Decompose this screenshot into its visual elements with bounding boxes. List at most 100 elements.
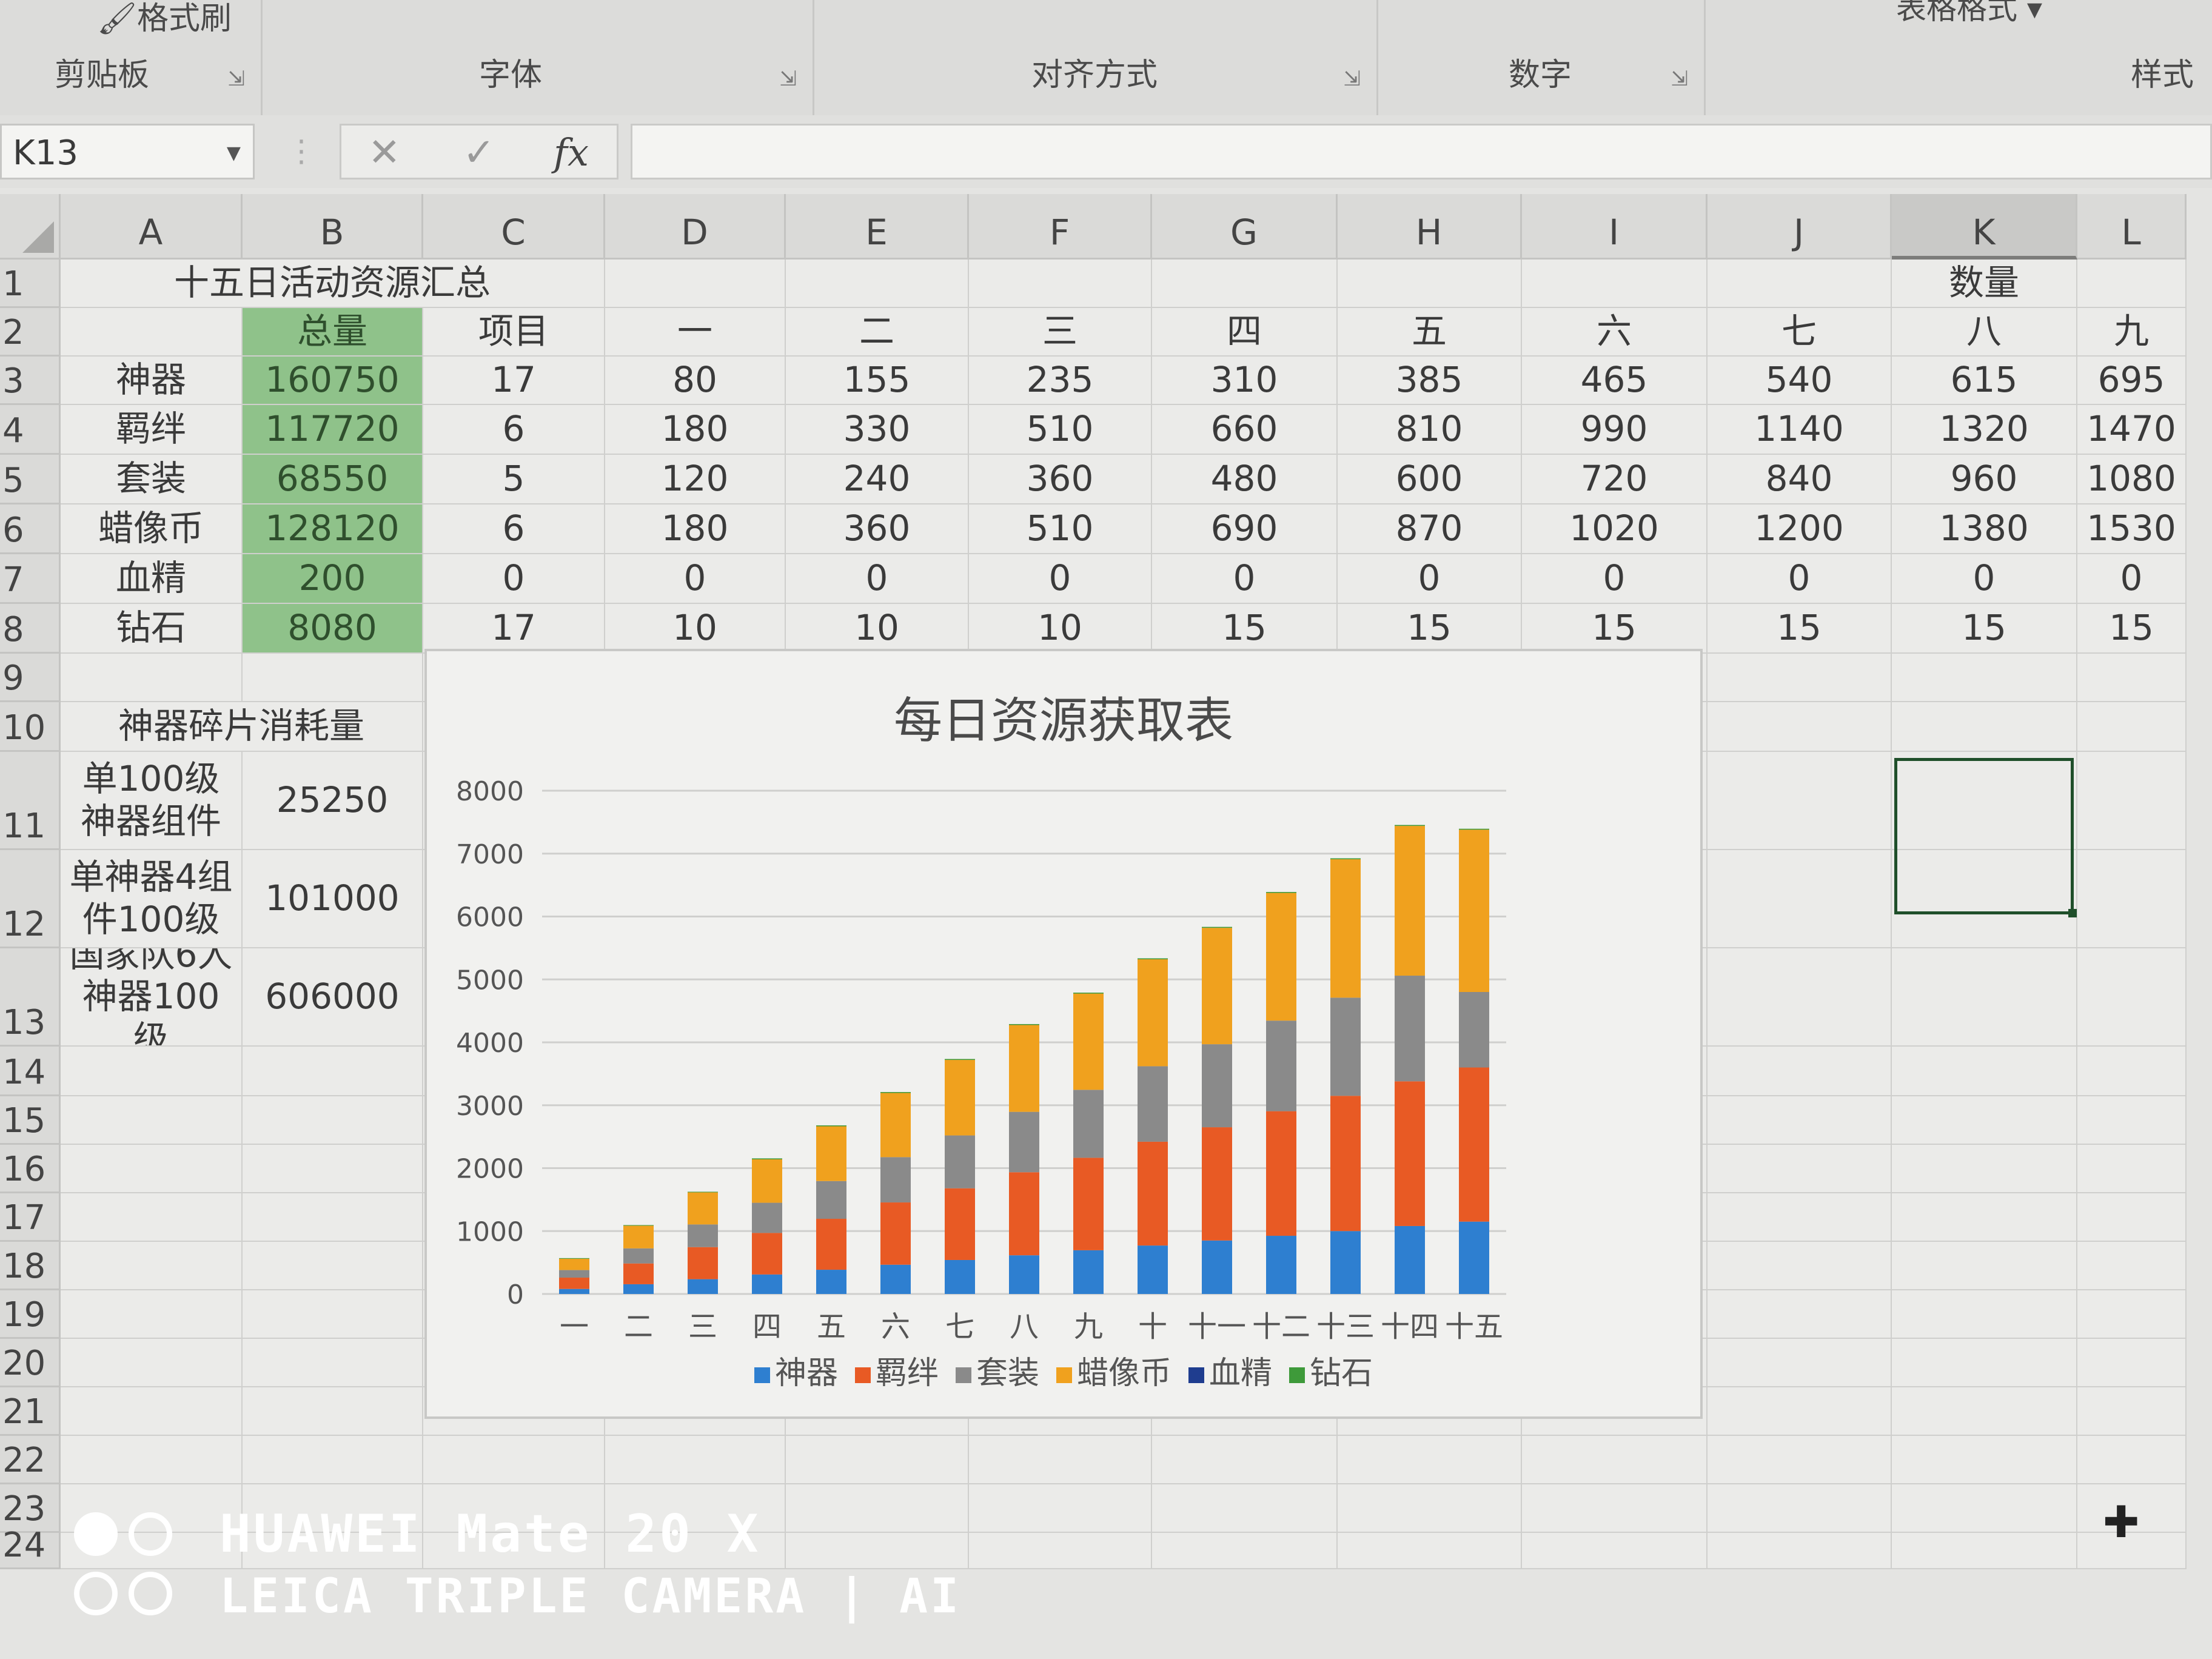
cell-L9[interactable]: [2077, 654, 2187, 702]
cell-J22[interactable]: [1708, 1436, 1892, 1484]
chart-legend[interactable]: 神器 羁绊 套装 蜡像币 血精 钻石: [427, 1347, 1700, 1393]
cell-A9[interactable]: [61, 654, 243, 702]
resource-day-cell[interactable]: 840: [1708, 455, 1892, 504]
cell-K24[interactable]: [1892, 1533, 2077, 1569]
cell-L22[interactable]: [2077, 1436, 2187, 1484]
cell-G22[interactable]: [1152, 1436, 1338, 1484]
name-box[interactable]: K13 ▼: [0, 124, 255, 179]
cell-J12[interactable]: [1708, 850, 1892, 948]
resource-day-cell[interactable]: 660: [1152, 405, 1338, 455]
row-header-19[interactable]: 19: [0, 1290, 61, 1339]
resource-day-cell[interactable]: 330: [786, 405, 969, 455]
cell-H22[interactable]: [1338, 1436, 1522, 1484]
resource-total-cell[interactable]: 128120: [243, 504, 423, 554]
consumption-title-cell[interactable]: 神器碎片消耗量: [61, 702, 423, 752]
clipboard-launcher-icon[interactable]: ⇲: [228, 67, 246, 91]
select-all-corner[interactable]: [0, 194, 61, 260]
cell-A20[interactable]: [61, 1339, 243, 1387]
cell-B18[interactable]: [243, 1242, 423, 1290]
resource-name-cell[interactable]: 羁绊: [61, 405, 243, 455]
cell-L16[interactable]: [2077, 1145, 2187, 1193]
quantity-header-cell[interactable]: 数量: [1892, 260, 2077, 308]
resource-day-cell[interactable]: 15: [1338, 604, 1522, 654]
cell-I23[interactable]: [1522, 1484, 1708, 1533]
cell-B20[interactable]: [243, 1339, 423, 1387]
resource-day-cell[interactable]: 240: [786, 455, 969, 504]
row-header-12[interactable]: 12: [0, 850, 61, 948]
cell-B21[interactable]: [243, 1387, 423, 1436]
resource-item-cell[interactable]: 6: [423, 504, 605, 554]
resource-day-cell[interactable]: 0: [1708, 554, 1892, 604]
resource-day-cell[interactable]: 0: [786, 554, 969, 604]
row-header-20[interactable]: 20: [0, 1339, 61, 1387]
resource-total-cell[interactable]: 8080: [243, 604, 423, 654]
resource-name-cell[interactable]: 钻石: [61, 604, 243, 654]
resource-item-cell[interactable]: 0: [423, 554, 605, 604]
cell-A2[interactable]: [61, 308, 243, 357]
day-header-cell[interactable]: 九: [2077, 308, 2187, 357]
resource-day-cell[interactable]: 0: [1152, 554, 1338, 604]
legend-entry[interactable]: 血精: [1188, 1347, 1272, 1393]
resource-day-cell[interactable]: 10: [969, 604, 1152, 654]
resource-day-cell[interactable]: 465: [1522, 357, 1708, 405]
cell-K21[interactable]: [1892, 1387, 2077, 1436]
drag-handle-icon[interactable]: ⋮: [286, 133, 317, 169]
resource-day-cell[interactable]: 10: [605, 604, 786, 654]
resource-day-cell[interactable]: 1200: [1708, 504, 1892, 554]
row-header-11[interactable]: 11: [0, 752, 61, 850]
cell-L18[interactable]: [2077, 1242, 2187, 1290]
column-header-C[interactable]: C: [423, 194, 605, 260]
cell-J24[interactable]: [1708, 1533, 1892, 1569]
day-header-cell[interactable]: 二: [786, 308, 969, 357]
cell-L12[interactable]: [2077, 850, 2187, 948]
resource-day-cell[interactable]: 540: [1708, 357, 1892, 405]
cell-L20[interactable]: [2077, 1339, 2187, 1387]
day-header-cell[interactable]: 八: [1892, 308, 2077, 357]
total-header-cell[interactable]: 总量: [243, 308, 423, 357]
day-header-cell[interactable]: 三: [969, 308, 1152, 357]
resource-total-cell[interactable]: 117720: [243, 405, 423, 455]
font-launcher-icon[interactable]: ⇲: [780, 67, 797, 91]
day-header-cell[interactable]: 七: [1708, 308, 1892, 357]
legend-entry[interactable]: 套装: [955, 1347, 1039, 1393]
row-header-18[interactable]: 18: [0, 1242, 61, 1290]
resource-day-cell[interactable]: 870: [1338, 504, 1522, 554]
column-header-B[interactable]: B: [243, 194, 423, 260]
cell-L19[interactable]: [2077, 1290, 2187, 1339]
legend-entry[interactable]: 钻石: [1289, 1347, 1373, 1393]
resource-day-cell[interactable]: 80: [605, 357, 786, 405]
chevron-down-icon[interactable]: ▼: [227, 126, 241, 181]
cell-J10[interactable]: [1708, 702, 1892, 752]
column-header-K[interactable]: K: [1892, 194, 2077, 260]
cell-G24[interactable]: [1152, 1533, 1338, 1569]
cell-J17[interactable]: [1708, 1193, 1892, 1242]
cell-E22[interactable]: [786, 1436, 969, 1484]
resource-day-cell[interactable]: 15: [1892, 604, 2077, 654]
cell-A17[interactable]: [61, 1193, 243, 1242]
resource-day-cell[interactable]: 155: [786, 357, 969, 405]
row-header-14[interactable]: 14: [0, 1047, 61, 1096]
cell-D1[interactable]: [605, 260, 786, 308]
cell-H24[interactable]: [1338, 1533, 1522, 1569]
legend-entry[interactable]: 神器: [754, 1347, 838, 1393]
row-header-4[interactable]: 4: [0, 405, 61, 455]
resource-day-cell[interactable]: 360: [969, 455, 1152, 504]
resource-day-cell[interactable]: 310: [1152, 357, 1338, 405]
number-launcher-icon[interactable]: ⇲: [1671, 67, 1689, 91]
resource-day-cell[interactable]: 385: [1338, 357, 1522, 405]
row-header-6[interactable]: 6: [0, 504, 61, 554]
resource-item-cell[interactable]: 5: [423, 455, 605, 504]
resource-day-cell[interactable]: 0: [1522, 554, 1708, 604]
cell-K15[interactable]: [1892, 1096, 2077, 1145]
resource-day-cell[interactable]: 0: [969, 554, 1152, 604]
format-painter-button[interactable]: 🖌格式刷: [97, 0, 232, 38]
cancel-icon[interactable]: ✕: [368, 130, 401, 175]
resource-day-cell[interactable]: 990: [1522, 405, 1708, 455]
cell-A22[interactable]: [61, 1436, 243, 1484]
cell-A15[interactable]: [61, 1096, 243, 1145]
cell-L15[interactable]: [2077, 1096, 2187, 1145]
resource-day-cell[interactable]: 360: [786, 504, 969, 554]
cell-K23[interactable]: [1892, 1484, 2077, 1533]
resource-day-cell[interactable]: 1470: [2077, 405, 2187, 455]
cell-I24[interactable]: [1522, 1533, 1708, 1569]
